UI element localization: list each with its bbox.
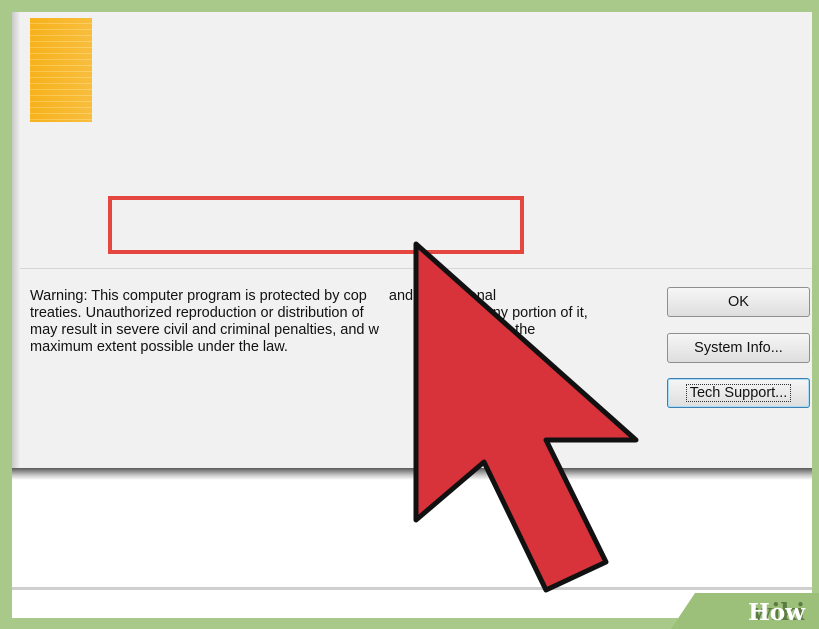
wikihow-watermark: wiki How [671, 593, 819, 629]
screenshot-frame: Warning: This computer program is protec… [12, 12, 812, 618]
product-logo-icon [30, 18, 92, 122]
dialog-separator [20, 268, 812, 269]
dialog-shadow [12, 468, 812, 480]
warning-line-1: Warning: This computer program is protec… [30, 288, 497, 304]
system-info-button[interactable]: System Info... [667, 333, 810, 363]
tech-support-label: Tech Support... [685, 384, 792, 402]
copyright-warning: Warning: This computer program is protec… [30, 288, 660, 356]
ok-button[interactable]: OK [667, 287, 810, 317]
about-dialog: Warning: This computer program is protec… [12, 12, 812, 469]
warning-line-4: maximum extent possible under the law. [30, 339, 288, 355]
tech-support-button[interactable]: Tech Support... [667, 378, 810, 408]
highlight-box [108, 196, 524, 254]
warning-line-3: may result in severe civil and criminal … [30, 322, 536, 338]
dialog-left-edge [12, 12, 20, 468]
watermark-how: How [748, 599, 805, 626]
warning-line-2: treaties. Unauthorized reproduction or d… [30, 305, 588, 321]
bottom-divider [12, 587, 812, 590]
